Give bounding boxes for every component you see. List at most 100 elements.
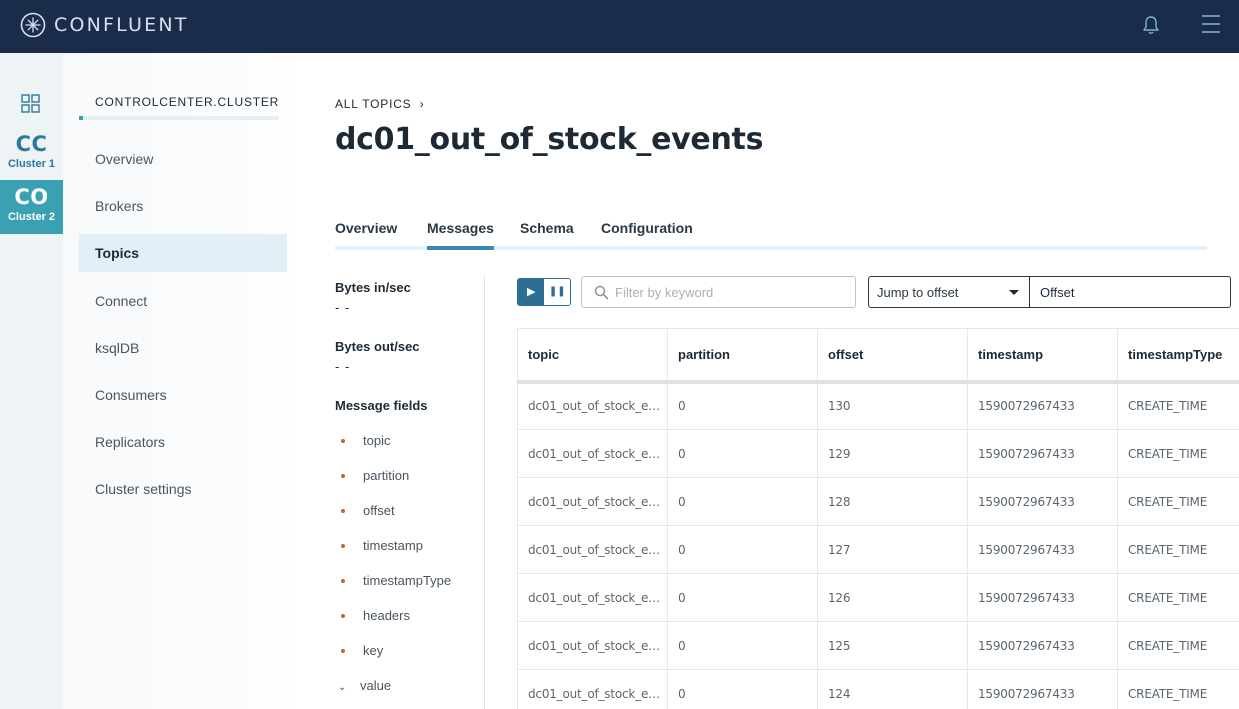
caret-down-icon [1009,290,1019,295]
cluster-rail: CC Cluster 1 CO Cluster 2 [0,53,63,709]
pause-button[interactable]: ❚❚ [544,279,570,305]
cell-timestamptype: CREATE_TIME [1117,477,1239,526]
field-item-key[interactable]: key [335,643,383,658]
menu-icon[interactable] [1200,13,1222,35]
sidebar-item-consumers[interactable]: Consumers [79,376,287,414]
sidebar-item-overview[interactable]: Overview [79,140,287,178]
tab-messages[interactable]: Messages [427,220,494,250]
topic-tabs: Overview Messages Schema Configuration [335,220,1207,250]
chevron-right-icon: › [419,97,425,111]
column-header-offset[interactable]: offset [817,328,968,384]
message-fields-label: Message fields [335,398,428,413]
column-header-timestamp[interactable]: timestamp [967,328,1118,384]
message-fields-panel: Bytes in/sec - - Bytes out/sec - - Messa… [335,276,485,709]
sidebar-item-ksqldb[interactable]: ksqlDB [79,329,287,367]
field-label: offset [363,503,395,518]
cluster-abbr: CC [15,132,48,156]
page-title: dc01_out_of_stock_events [335,122,764,157]
pause-icon: ❚❚ [548,286,566,297]
bullet-icon [341,543,345,548]
filter-input[interactable] [615,278,850,306]
table-row[interactable]: dc01_out_of_stock_events 0 125 159007296… [517,621,1239,670]
bullet-icon [341,648,345,653]
bullet-icon [341,508,345,513]
column-header-timestamptype[interactable]: timestampType [1117,328,1239,384]
table-row[interactable]: dc01_out_of_stock_events 0 124 159007296… [517,669,1239,709]
field-item-offset[interactable]: offset [335,503,395,518]
brand[interactable]: CONFLUENT [20,12,189,38]
bytes-out-label: Bytes out/sec [335,339,420,354]
tab-overview[interactable]: Overview [335,220,397,250]
cell-partition: 0 [667,573,818,622]
sidebar: CONTROLCENTER.CLUSTER Overview Brokers T… [63,53,303,709]
field-label: timestampType [363,573,452,588]
table-row[interactable]: dc01_out_of_stock_events 0 127 159007296… [517,525,1239,574]
cell-offset: 125 [817,621,968,670]
jump-select-value: Jump to offset [877,285,959,300]
bytes-in-value: - - [335,300,351,315]
field-label: partition [363,468,410,483]
cell-offset: 130 [817,381,968,430]
cell-topic: dc01_out_of_stock_events [517,429,668,478]
field-label: timestamp [363,538,423,553]
cell-timestamptype: CREATE_TIME [1117,429,1239,478]
cell-partition: 0 [667,429,818,478]
bytes-out-value: - - [335,359,351,374]
table-row[interactable]: dc01_out_of_stock_events 0 129 159007296… [517,429,1239,478]
cell-timestamp: 1590072967433 [967,669,1118,709]
field-label: headers [363,608,410,623]
cell-timestamp: 1590072967433 [967,477,1118,526]
cell-offset: 129 [817,429,968,478]
column-header-partition[interactable]: partition [667,328,818,384]
sidebar-item-connect[interactable]: Connect [79,282,287,320]
cell-timestamptype: CREATE_TIME [1117,525,1239,574]
sidebar-item-brokers[interactable]: Brokers [79,187,287,225]
cell-offset: 128 [817,477,968,526]
cell-partition: 0 [667,621,818,670]
field-item-value[interactable]: ⌄ value [335,678,391,693]
cluster-1-button[interactable]: CC Cluster 1 [0,127,63,181]
table-row[interactable]: dc01_out_of_stock_events 0 128 159007296… [517,477,1239,526]
grid-icon[interactable] [21,94,40,113]
cluster-name: Cluster 2 [7,211,56,223]
cell-timestamp: 1590072967433 [967,573,1118,622]
cell-timestamp: 1590072967433 [967,381,1118,430]
bullet-icon [341,438,345,443]
sidebar-item-replicators[interactable]: Replicators [79,423,287,461]
cell-topic: dc01_out_of_stock_events [517,477,668,526]
offset-input[interactable] [1040,279,1225,305]
tab-configuration[interactable]: Configuration [601,220,693,250]
tab-schema[interactable]: Schema [520,220,574,250]
sidebar-item-topics[interactable]: Topics [79,234,287,272]
bullet-icon [341,613,345,618]
bullet-icon [341,578,345,583]
play-button[interactable]: ▶ [518,279,545,305]
breadcrumb[interactable]: ALL TOPICS › [335,97,424,111]
field-item-partition[interactable]: partition [335,468,409,483]
column-header-topic[interactable]: topic [517,328,668,384]
cell-partition: 0 [667,669,818,709]
brand-name: CONFLUENT [54,14,189,36]
filter-box [581,276,856,308]
cell-timestamp: 1590072967433 [967,525,1118,574]
table-row[interactable]: dc01_out_of_stock_events 0 130 159007296… [517,381,1239,430]
chevron-down-icon[interactable]: ⌄ [338,682,348,693]
breadcrumb-all-topics[interactable]: ALL TOPICS [335,97,411,111]
field-item-topic[interactable]: topic [335,433,390,448]
cluster-2-button[interactable]: CO Cluster 2 [0,180,63,234]
search-icon [594,285,609,300]
table-row[interactable]: dc01_out_of_stock_events 0 126 159007296… [517,573,1239,622]
field-label: topic [363,433,391,448]
field-item-timestamp[interactable]: timestamp [335,538,423,553]
cell-topic: dc01_out_of_stock_events [517,621,668,670]
field-item-headers[interactable]: headers [335,608,410,623]
sidebar-item-cluster-settings[interactable]: Cluster settings [79,470,287,508]
play-icon: ▶ [527,286,536,298]
confluent-logo-icon [20,12,46,38]
field-label: value [360,678,392,693]
cluster-title-underline [79,116,279,120]
jump-to-offset-select[interactable]: Jump to offset [868,276,1030,308]
top-bar: CONFLUENT [0,0,1239,53]
bell-icon[interactable] [1140,14,1162,36]
field-item-timestamptype[interactable]: timestampType [335,573,451,588]
